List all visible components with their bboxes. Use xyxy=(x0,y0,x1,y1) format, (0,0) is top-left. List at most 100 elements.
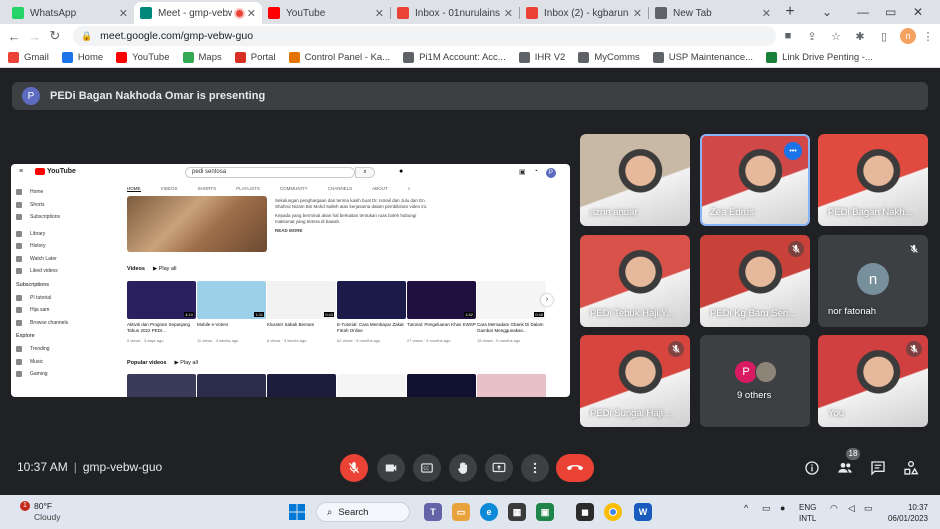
bookmark-star-icon[interactable]: ☆ xyxy=(824,30,848,43)
bookmark-item[interactable]: Gmail xyxy=(8,52,49,63)
minimize-button[interactable]: — xyxy=(857,0,869,24)
chrome-icon[interactable] xyxy=(604,503,622,521)
participant-tile[interactable]: You xyxy=(818,335,928,427)
gmail-icon xyxy=(526,7,538,19)
bookmark-label: Gmail xyxy=(24,52,49,63)
extensions-icon[interactable]: ✱ xyxy=(848,30,872,43)
tab-search-chevron-icon[interactable]: ⌄ xyxy=(822,0,832,24)
lock-icon[interactable]: 🔒 xyxy=(81,31,92,42)
bookmark-item[interactable]: USP Maintenance... xyxy=(652,52,753,63)
bookmark-item[interactable]: Link Drive Penting -... xyxy=(766,52,873,63)
side-panel-icon[interactable]: ▯ xyxy=(872,30,896,43)
raise-hand-button[interactable] xyxy=(449,454,477,482)
app-icon-dark[interactable]: ◼ xyxy=(576,503,594,521)
people-button[interactable] xyxy=(835,458,855,478)
start-button[interactable] xyxy=(289,504,305,523)
bookmark-item[interactable]: Control Panel - Ka... xyxy=(288,52,390,63)
mic-off-button[interactable] xyxy=(340,454,368,482)
yt-sidebar-item: Home xyxy=(16,186,106,199)
bookmark-favicon-icon xyxy=(182,52,194,63)
close-tab-icon[interactable]: ✕ xyxy=(633,7,642,20)
presenter-avatar: P xyxy=(22,87,40,105)
participant-tile[interactable]: PEDi Sungai Haji ... xyxy=(580,335,690,427)
forward-arrow-icon[interactable]: → xyxy=(24,29,44,44)
video-thumbnail: 1:52 xyxy=(407,281,476,319)
browser-tab[interactable]: WhatsApp ✕ xyxy=(6,2,134,24)
close-tab-icon[interactable]: ✕ xyxy=(247,7,256,20)
participant-name: Zea Edrus xyxy=(710,207,754,218)
bookmark-favicon-icon xyxy=(61,52,73,63)
shared-screen[interactable]: ≡ YouTube pedi sentosa ⌕ ● ▣ ◔ P Home Sho… xyxy=(11,164,570,397)
close-tab-icon[interactable]: ✕ xyxy=(762,7,771,20)
participant-tile[interactable]: PEDi Tebuk Haji Y... xyxy=(580,235,690,327)
edge-icon[interactable]: e xyxy=(480,503,498,521)
share-icon[interactable]: ⇪ xyxy=(800,30,824,43)
address-bar[interactable]: 🔒 meet.google.com/gmp-vebw-guo xyxy=(72,26,776,46)
weather-widget[interactable]: 1 80°F Cloudy xyxy=(20,501,60,523)
app-icon[interactable]: ▣ xyxy=(536,503,554,521)
wifi-icon[interactable]: ◠ xyxy=(830,503,838,514)
leave-call-button[interactable] xyxy=(556,454,594,482)
bookmark-item[interactable]: YouTube xyxy=(116,52,170,63)
browser-tab[interactable]: Inbox - 01nurulainsya ✕ xyxy=(391,2,519,24)
camera-button[interactable] xyxy=(377,454,405,482)
close-window-button[interactable]: ✕ xyxy=(913,0,923,24)
tray-app-icon[interactable]: ▭ xyxy=(762,503,771,514)
captions-button[interactable]: CC xyxy=(413,454,441,482)
file-explorer-icon[interactable]: ▭ xyxy=(452,503,470,521)
browser-tab[interactable]: New Tab ✕ xyxy=(649,2,777,24)
participant-tile[interactable]: PEDi Bagan Nakh... xyxy=(818,134,928,226)
reload-icon[interactable]: ↻ xyxy=(45,28,65,44)
participant-tile[interactable]: PEDi Kg Baru Sen... xyxy=(700,235,810,327)
maximize-button[interactable]: ▭ xyxy=(885,0,896,24)
browser-tab[interactable]: Inbox (2) - kgbarunela ✕ xyxy=(520,2,648,24)
participant-tile[interactable]: azrin anuar xyxy=(580,134,690,226)
participant-name: PEDi Bagan Nakh... xyxy=(828,207,913,218)
microphone-icon[interactable]: ● xyxy=(780,503,785,513)
camera-in-use-icon[interactable]: ■ xyxy=(776,30,800,42)
new-tab-button[interactable]: + xyxy=(777,2,803,24)
tile-options-icon[interactable]: ••• xyxy=(784,142,802,160)
bookmark-item[interactable]: MyComms xyxy=(578,52,640,63)
participant-avatar: n xyxy=(857,263,889,295)
profile-avatar[interactable]: n xyxy=(899,28,916,44)
chat-button[interactable] xyxy=(868,458,888,478)
sidebar-item-icon xyxy=(16,358,22,365)
video-thumbnail: 4:10 xyxy=(127,281,196,319)
word-icon[interactable]: W xyxy=(634,503,652,521)
show-hidden-icons[interactable]: ^ xyxy=(744,503,748,513)
more-options-button[interactable] xyxy=(521,454,549,482)
close-tab-icon[interactable]: ✕ xyxy=(119,7,128,20)
bookmark-label: MyComms xyxy=(594,52,640,63)
yt-sidebar-item: Subscriptions xyxy=(16,211,106,224)
teams-icon[interactable]: T xyxy=(424,503,442,521)
sidebar-item-label: Music xyxy=(30,358,44,365)
present-screen-button[interactable] xyxy=(485,454,513,482)
participant-tile[interactable]: P 9 others xyxy=(700,335,810,427)
bookmark-item[interactable]: Pi1M Account: Acc... xyxy=(403,52,506,63)
system-clock[interactable]: 10:37 06/01/2023 xyxy=(878,502,928,524)
bookmark-item[interactable]: Maps xyxy=(182,52,222,63)
input-language[interactable]: ENG INTL xyxy=(799,502,816,524)
activities-button[interactable] xyxy=(901,458,921,478)
bookmark-item[interactable]: Portal xyxy=(234,52,276,63)
browser-tab[interactable]: Meet - gmp-vebw ✕ xyxy=(134,2,262,24)
meeting-info-button[interactable] xyxy=(802,458,822,478)
store-icon[interactable]: ▦ xyxy=(508,503,526,521)
back-arrow-icon[interactable]: ← xyxy=(4,29,24,44)
bookmark-favicon-icon xyxy=(766,52,778,63)
close-tab-icon[interactable]: ✕ xyxy=(504,7,513,20)
channel-tab: ABOUT xyxy=(372,186,388,191)
video-title: Tutorial: Pengeluaran Khas KWSP xyxy=(407,322,476,327)
participant-tile[interactable]: ••• Zea Edrus xyxy=(700,134,810,226)
chrome-menu-icon[interactable]: ⋮ xyxy=(916,30,940,43)
participant-tile[interactable]: n nor fatonah xyxy=(818,235,928,327)
browser-tab[interactable]: YouTube ✕ xyxy=(262,2,390,24)
close-tab-icon[interactable]: ✕ xyxy=(375,7,384,20)
bookmark-item[interactable]: IHR V2 xyxy=(518,52,565,63)
taskbar-search[interactable]: ⌕ Search xyxy=(316,502,410,522)
bookmark-favicon-icon xyxy=(578,52,590,63)
battery-icon[interactable]: ▭ xyxy=(864,503,873,514)
volume-icon[interactable]: ◁ xyxy=(848,503,855,514)
bookmark-item[interactable]: Home xyxy=(61,52,103,63)
